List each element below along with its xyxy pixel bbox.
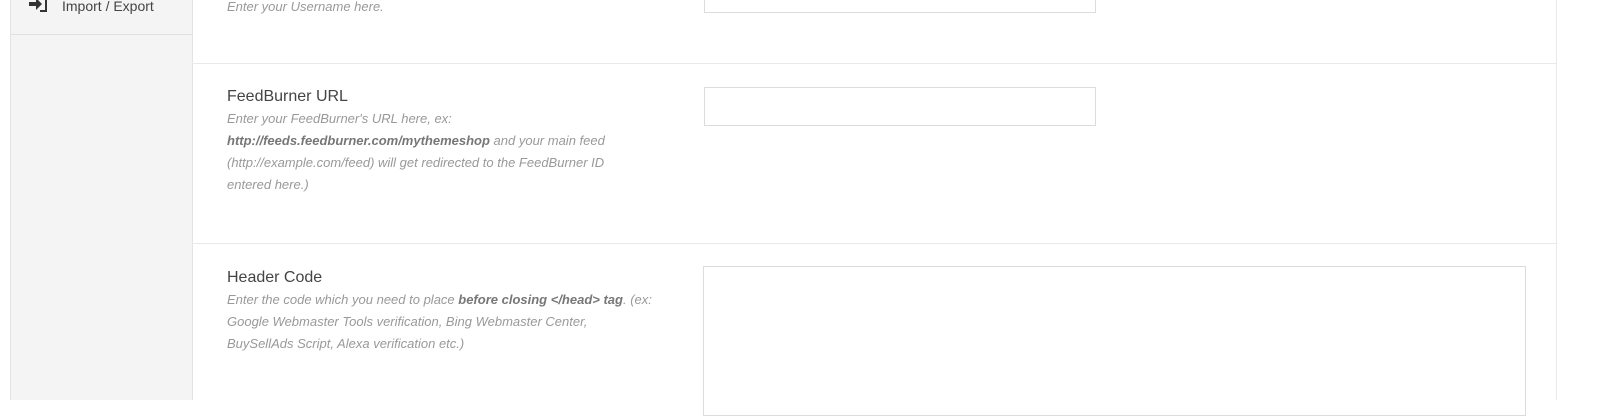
feedburner-url-input[interactable] xyxy=(704,87,1096,126)
header-code-description: Enter the code which you need to place b… xyxy=(227,289,652,355)
sidebar-item-import-export[interactable]: Import / Export xyxy=(11,0,192,35)
sidebar-item-label: Import / Export xyxy=(62,0,154,14)
feedburner-description: Enter your FeedBurner's URL here, ex: htt… xyxy=(227,108,627,196)
header-code-textarea[interactable] xyxy=(703,266,1526,416)
sidebar: Import / Export xyxy=(10,0,193,400)
setting-row-feedburner: FeedBurner URL Enter your FeedBurner's U… xyxy=(192,64,1556,244)
header-code-desc-text-1: Enter the code which you need to place xyxy=(227,292,459,307)
username-description: Enter your Username here. xyxy=(227,0,384,14)
setting-row-header-code: Header Code Enter the code which you nee… xyxy=(192,244,1556,416)
content-right-border xyxy=(1556,0,1557,400)
feedburner-desc-example: http://feeds.feedburner.com/mythemeshop xyxy=(227,133,490,148)
import-icon xyxy=(28,0,48,12)
header-code-desc-bold: before closing </head> tag xyxy=(458,292,623,307)
header-code-title: Header Code xyxy=(227,269,323,286)
feedburner-title: FeedBurner URL xyxy=(227,88,348,105)
username-input[interactable] xyxy=(704,0,1096,13)
feedburner-desc-text-1: Enter your FeedBurner's URL here, ex: xyxy=(227,111,452,126)
setting-row-username: Enter your Username here. xyxy=(192,0,1556,64)
